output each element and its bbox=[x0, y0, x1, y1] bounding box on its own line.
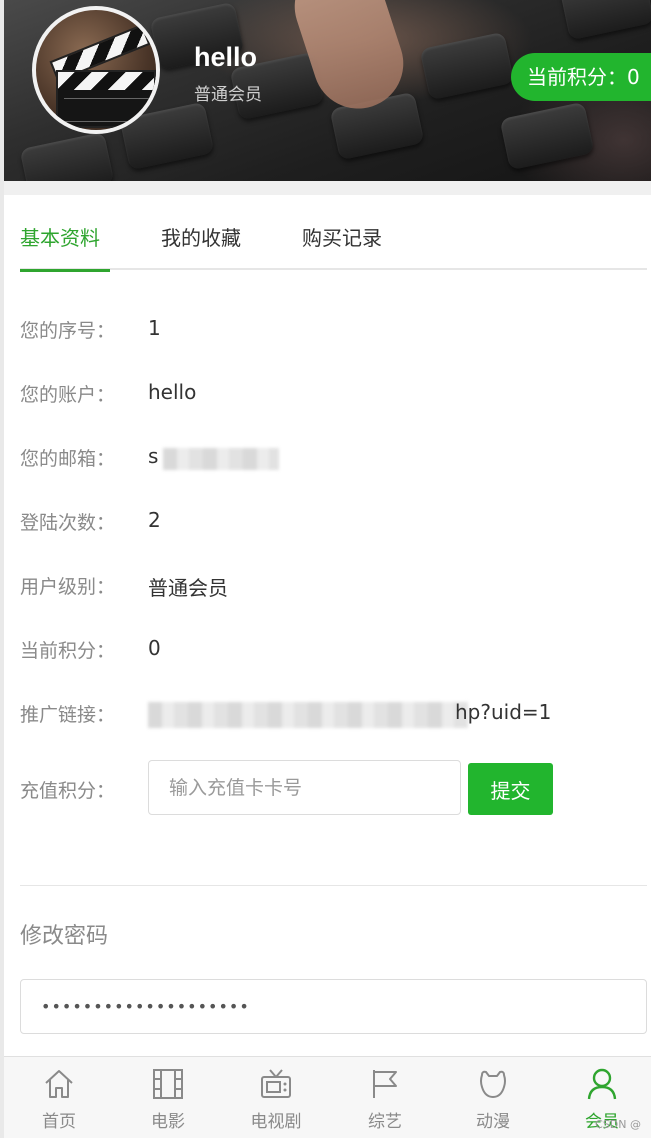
avatar[interactable] bbox=[32, 6, 160, 134]
nav-item-variety[interactable]: 综艺 bbox=[340, 1067, 430, 1132]
section-gap bbox=[4, 181, 651, 195]
change-password-title: 修改密码 bbox=[20, 924, 109, 949]
tab-favorites[interactable]: 我的收藏 bbox=[161, 222, 241, 270]
account-label: 您的账户： bbox=[20, 384, 116, 406]
recharge-card-input[interactable] bbox=[148, 760, 461, 815]
username: hello bbox=[194, 42, 258, 72]
home-icon bbox=[45, 1070, 73, 1098]
login-count-label: 登陆次数： bbox=[20, 512, 116, 534]
points-label: 当前积分： bbox=[20, 640, 116, 662]
points-value: 0 bbox=[148, 636, 161, 660]
tab-label: 基本资料 bbox=[20, 226, 100, 250]
user-level: 普通会员 bbox=[194, 85, 262, 105]
nav-item-movies[interactable]: 电影 bbox=[123, 1067, 213, 1132]
promo-link-redaction bbox=[148, 702, 468, 728]
email-value: s bbox=[148, 444, 159, 468]
tab-basic-info[interactable]: 基本资料 bbox=[20, 222, 110, 272]
login-count-value: 2 bbox=[148, 508, 161, 532]
nav-label: 综艺 bbox=[368, 1112, 402, 1132]
points-badge: 当前积分：0 bbox=[511, 53, 651, 101]
email-label: 您的邮箱： bbox=[20, 448, 116, 470]
nav-label: 动漫 bbox=[476, 1112, 510, 1132]
level-label: 用户级别： bbox=[20, 576, 116, 598]
bottom-nav: 首页 电影 电视剧 综艺 动漫 会员 bbox=[4, 1056, 651, 1138]
user-icon bbox=[587, 1068, 617, 1100]
profile-banner: hello 普通会员 当前积分：0 bbox=[4, 0, 651, 181]
nav-item-tv[interactable]: 电视剧 bbox=[231, 1067, 321, 1132]
section-divider bbox=[20, 885, 647, 886]
email-redaction bbox=[163, 448, 279, 470]
nav-label: 电视剧 bbox=[250, 1112, 302, 1132]
nav-item-home[interactable]: 首页 bbox=[14, 1067, 104, 1132]
anime-icon bbox=[480, 1070, 506, 1098]
watermark: CSDN @ bbox=[595, 1118, 641, 1131]
account-value: hello bbox=[148, 380, 197, 404]
nav-label: 首页 bbox=[42, 1112, 76, 1132]
promo-link-label: 推广链接： bbox=[20, 704, 116, 726]
tab-label: 购买记录 bbox=[302, 226, 382, 250]
tab-purchase-history[interactable]: 购买记录 bbox=[302, 222, 382, 270]
submit-button[interactable]: 提交 bbox=[468, 763, 553, 815]
nav-item-anime[interactable]: 动漫 bbox=[448, 1067, 538, 1132]
serial-value: 1 bbox=[148, 316, 161, 340]
recharge-label: 充值积分： bbox=[20, 780, 116, 802]
promo-link-value[interactable]: hp?uid=1 bbox=[455, 700, 551, 724]
film-icon bbox=[153, 1069, 183, 1099]
password-field[interactable] bbox=[20, 979, 647, 1034]
serial-label: 您的序号： bbox=[20, 320, 116, 342]
tab-active-indicator bbox=[20, 269, 110, 272]
flag-icon bbox=[373, 1070, 397, 1098]
level-value: 普通会员 bbox=[148, 576, 228, 600]
nav-label: 电影 bbox=[151, 1112, 185, 1132]
tab-bar: 基本资料 我的收藏 购买记录 bbox=[20, 218, 647, 272]
tv-icon bbox=[261, 1069, 291, 1098]
tab-label: 我的收藏 bbox=[161, 226, 241, 250]
